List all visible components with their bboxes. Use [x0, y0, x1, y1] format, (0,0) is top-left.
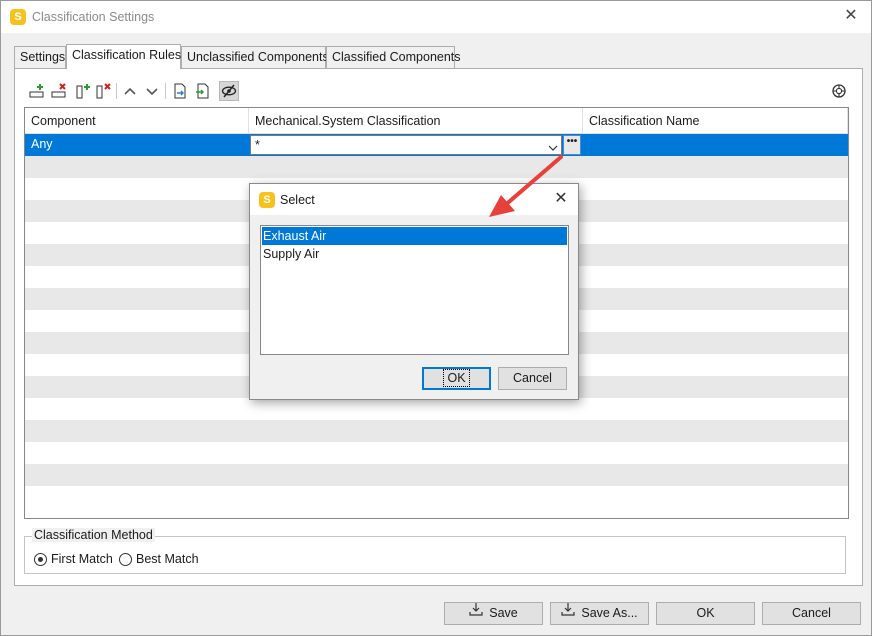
classification-method-group: Classification Method First Match Best M… [24, 528, 846, 574]
best-match-label[interactable]: Best Match [136, 552, 199, 566]
dialog-cancel-button[interactable]: Cancel [498, 367, 567, 390]
dialog-title: Select [280, 193, 315, 207]
move-down-icon[interactable] [142, 81, 162, 101]
classification-settings-window: S Classification Settings ✕ Settings Cla… [0, 0, 872, 636]
column-header-system-classification[interactable]: Mechanical.System Classification [249, 108, 583, 134]
download-icon [469, 602, 483, 623]
import-icon[interactable] [170, 81, 190, 101]
list-item-supply-air[interactable]: Supply Air [262, 245, 567, 263]
annotation-arrow-icon [489, 155, 563, 217]
cancel-button[interactable]: Cancel [762, 602, 861, 625]
delete-row-icon[interactable] [49, 81, 69, 101]
column-header-classification-name[interactable]: Classification Name [583, 108, 848, 134]
column-header-component[interactable]: Component [25, 108, 249, 134]
move-up-icon[interactable] [120, 81, 140, 101]
close-icon[interactable]: ✕ [841, 6, 861, 26]
table-row [25, 156, 848, 178]
save-as-button[interactable]: Save As... [550, 602, 649, 625]
classification-value: * [255, 138, 260, 152]
export-icon[interactable] [193, 81, 213, 101]
tab-settings[interactable]: Settings [14, 46, 66, 68]
title-bar: S Classification Settings ✕ [1, 1, 871, 33]
first-match-radio[interactable] [34, 553, 47, 566]
download-icon [561, 602, 575, 623]
add-column-icon[interactable] [73, 81, 93, 101]
add-row-icon[interactable] [27, 81, 47, 101]
save-button[interactable]: Save [444, 602, 543, 625]
delete-column-icon[interactable] [93, 81, 113, 101]
table-row [25, 442, 848, 464]
app-icon: S [10, 9, 26, 25]
help-icon[interactable] [829, 81, 849, 101]
dialog-ok-label: OK [443, 369, 470, 387]
best-match-radio[interactable] [119, 553, 132, 566]
ok-button[interactable]: OK [656, 602, 755, 625]
classification-method-title: Classification Method [32, 528, 155, 542]
table-row[interactable]: Any * ••• [25, 134, 848, 156]
component-cell[interactable]: Any [31, 137, 53, 151]
hide-visibility-icon[interactable] [219, 81, 239, 101]
window-title: Classification Settings [32, 10, 155, 24]
classification-listbox[interactable]: Exhaust Air Supply Air [260, 225, 569, 355]
dialog-ok-button[interactable]: OK [422, 367, 491, 390]
tab-classification-rules[interactable]: Classification Rules [66, 44, 181, 69]
app-icon: S [259, 192, 275, 208]
tab-unclassified-components[interactable]: Unclassified Components [181, 46, 329, 68]
list-item-exhaust-air[interactable]: Exhaust Air [262, 227, 567, 245]
toolbar-separator [165, 83, 166, 99]
table-row [25, 464, 848, 486]
table-row [25, 398, 848, 420]
table-row [25, 420, 848, 442]
save-as-label: Save As... [581, 606, 638, 620]
first-match-label[interactable]: First Match [51, 552, 113, 566]
save-label: Save [489, 606, 518, 620]
toolbar-separator [116, 83, 117, 99]
tab-classified-components[interactable]: Classified Components [326, 46, 461, 68]
